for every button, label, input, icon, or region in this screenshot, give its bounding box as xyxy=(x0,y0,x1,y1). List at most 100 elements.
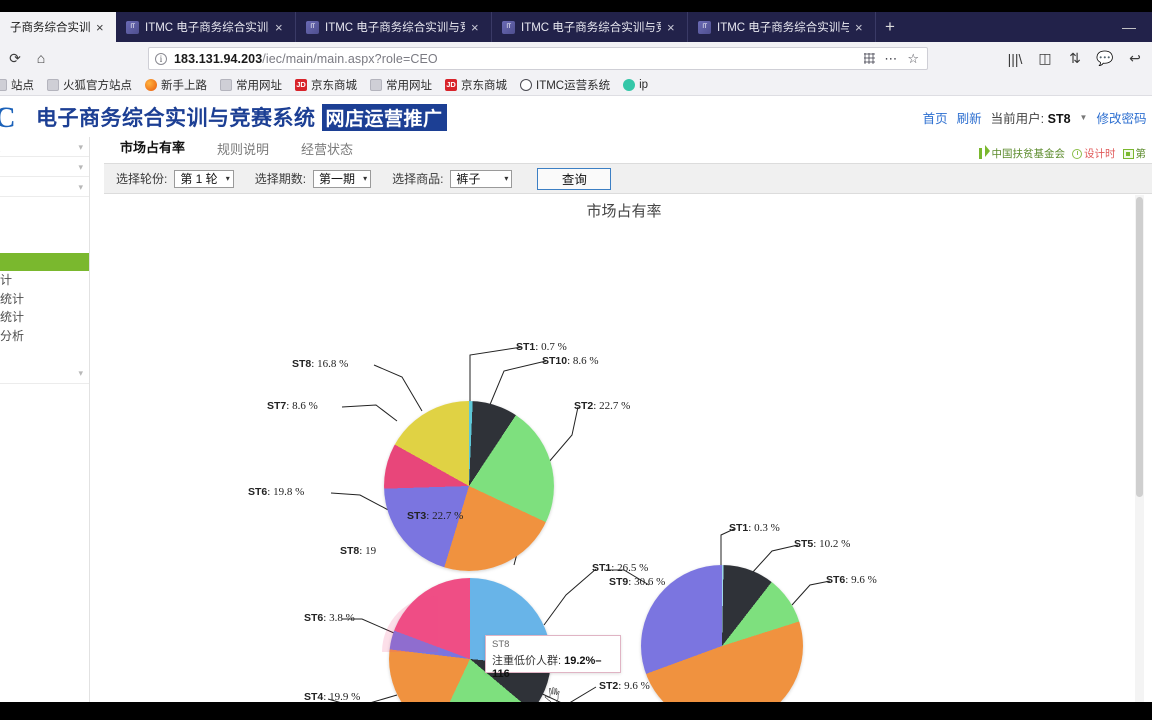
minimize-window-button[interactable]: — xyxy=(1115,12,1143,42)
bookmark-item[interactable]: 新手上路 xyxy=(140,76,212,94)
app-title-text: 电子商务综合实训与竞赛系统 xyxy=(36,107,316,130)
round-value: 第 1 轮 xyxy=(180,170,217,187)
close-icon[interactable]: × xyxy=(667,21,679,34)
chevron-down-icon: ▾ xyxy=(78,177,83,197)
watermark-line-1: 工具 xyxy=(0,685,52,702)
pie-1-label-st7-text: ST7: 8.6 % xyxy=(267,400,318,412)
close-icon[interactable]: × xyxy=(96,21,108,34)
reload-icon[interactable]: ⟳ xyxy=(2,45,28,71)
sidebar-item-chart[interactable]: 图 xyxy=(0,197,89,216)
page-tabs: 市场占有率 规则说明 经营状态 中国扶贫基金会 设计时 第 xyxy=(104,137,1152,164)
sidebar-item-table[interactable]: 表 xyxy=(0,216,89,235)
pie-1-leader-lines xyxy=(104,195,1144,702)
back-arrow-icon[interactable]: ↩ xyxy=(1122,46,1148,72)
pie-2-hover-highlight xyxy=(382,596,438,652)
pie-1-label-st2: ST2: 22.7 % xyxy=(574,400,630,412)
browser-tab-5[interactable]: IT ITMC 电子商务综合实训与竞赛 × xyxy=(688,12,876,42)
bookmark-label: 常用网址 xyxy=(386,77,432,93)
bookmark-item[interactable]: ITMC运营系统 xyxy=(515,76,615,94)
library-icon[interactable]: |||\ xyxy=(1002,46,1028,72)
bookmark-item[interactable]: JD 京东商城 xyxy=(290,76,362,94)
chevron-down-icon: ▾ xyxy=(78,157,83,177)
new-tab-button[interactable]: + xyxy=(876,12,904,42)
scrollbar-thumb[interactable] xyxy=(1136,197,1143,497)
chat-bubble-icon[interactable]: 💬 xyxy=(1092,46,1118,72)
period-label: 选择期数: xyxy=(255,170,306,187)
tab-rules[interactable]: 规则说明 xyxy=(201,135,285,163)
browser-window: 子商务综合实训与竞赛 × IT ITMC 电子商务综合实训与竞赛 × IT IT… xyxy=(0,0,1152,720)
firefox-icon xyxy=(145,79,157,91)
chart-tooltip: ST8 注重低价人群: 19.2%–116 xyxy=(485,635,621,673)
pie-2-label-st1: ST1: 26.5 % xyxy=(592,562,648,574)
address-bar[interactable]: i 183.131.94.203/iec/main/main.aspx?role… xyxy=(148,47,928,70)
pie-1-slices[interactable] xyxy=(384,401,554,571)
sidebar-item-stats-2[interactable]: 单统计 xyxy=(0,290,89,309)
bookmark-item[interactable]: 站点 xyxy=(0,76,39,94)
sidebar-group-1[interactable]: 程 ▾ xyxy=(0,137,89,157)
content-scrollbar[interactable] xyxy=(1135,195,1144,702)
product-select[interactable]: 裤子 ▾ xyxy=(450,170,512,188)
sidebar-item-keyword-analysis[interactable]: 词分析 xyxy=(0,327,89,346)
url-path: /iec/main/main.aspx?role=CEO xyxy=(262,52,437,66)
sidebar-item-stats-3[interactable]: 单统计 xyxy=(0,308,89,327)
notice-timer[interactable]: 设计时 xyxy=(1072,146,1116,161)
sidebar-group-info[interactable]: 息 ▾ xyxy=(0,364,89,384)
sidebar: 程 ▾ 具 ▾ 析 ▾ 图 表 率 统计 单统计 单统计 词分析 息 ▾ 工具 … xyxy=(0,137,90,702)
bookmark-label: ip xyxy=(639,79,648,91)
browser-tab-1[interactable]: 子商务综合实训与竞赛 × xyxy=(0,12,116,42)
close-icon[interactable]: × xyxy=(855,21,867,34)
browser-tab-2[interactable]: IT ITMC 电子商务综合实训与竞赛 × xyxy=(116,12,296,42)
pie-2-leader-lines xyxy=(104,195,1144,702)
sidebar-item-stats-1[interactable]: 统计 xyxy=(0,271,89,290)
ip-icon xyxy=(623,79,635,91)
sidebar-group-3[interactable]: 析 ▾ xyxy=(0,177,89,197)
notice-charity[interactable]: 中国扶贫基金会 xyxy=(979,146,1066,161)
sidebar-item-market-share[interactable]: 率 xyxy=(0,253,89,272)
bookmark-item[interactable]: 火狐官方站点 xyxy=(42,76,137,94)
page-actions-icon[interactable]: ⋯ xyxy=(884,51,898,67)
url-text: 183.131.94.203/iec/main/main.aspx?role=C… xyxy=(174,52,857,66)
pie-1-label-st10: ST10: 8.6 % xyxy=(542,355,599,367)
chevron-down-icon[interactable]: ▼ xyxy=(1080,113,1088,122)
tab-business-status[interactable]: 经营状态 xyxy=(285,135,369,163)
sidebar-toggle-icon[interactable]: ◫ xyxy=(1032,46,1058,72)
qr-code-icon[interactable] xyxy=(864,53,875,64)
tab-market-share[interactable]: 市场占有率 xyxy=(104,133,201,163)
pie-3-slices[interactable] xyxy=(641,565,803,702)
pie-3-label-st5: ST5: 10.2 % xyxy=(794,538,850,550)
site-info-icon[interactable]: i xyxy=(155,53,167,65)
bookmark-item[interactable]: JD 京东商城 xyxy=(440,76,512,94)
sidebar-group-label: 程 xyxy=(0,137,1,157)
refresh-link[interactable]: 刷新 xyxy=(957,108,982,127)
sidebar-group-label: 具 xyxy=(0,157,1,177)
pie-3-label-st1-text: ST1: 0.3 % xyxy=(729,522,780,534)
notice-period[interactable]: 第 xyxy=(1123,146,1147,161)
sidebar-group-2[interactable]: 具 ▾ xyxy=(0,157,89,177)
site-favicon-icon: IT xyxy=(126,21,139,34)
home-icon[interactable]: ⌂ xyxy=(28,45,54,71)
bookmark-item[interactable]: ip xyxy=(618,78,653,92)
bookmark-star-icon[interactable]: ☆ xyxy=(907,51,919,67)
round-select[interactable]: 第 1 轮 ▾ xyxy=(174,170,233,188)
query-button[interactable]: 查询 xyxy=(537,168,611,190)
bookmark-item[interactable]: 常用网址 xyxy=(215,76,287,94)
period-select[interactable]: 第一期 ▾ xyxy=(313,170,371,188)
current-user-label: 当前用户: xyxy=(991,112,1044,126)
pie-chart-3[interactable] xyxy=(641,565,803,702)
site-favicon-icon: IT xyxy=(698,21,711,34)
bookmark-label: 常用网址 xyxy=(236,77,282,93)
bookmark-item[interactable]: 常用网址 xyxy=(365,76,437,94)
browser-tab-3[interactable]: IT ITMC 电子商务综合实训与竞赛 × xyxy=(296,12,492,42)
screenshot-icon[interactable]: ⇅ xyxy=(1062,46,1088,72)
pie-2-label-st6-text: ST6: 3.8 % xyxy=(304,612,355,624)
browser-tab-4[interactable]: IT ITMC 电子商务综合实训与竞赛 × xyxy=(492,12,688,42)
close-icon[interactable]: × xyxy=(471,21,483,34)
product-value: 裤子 xyxy=(456,170,480,187)
home-link[interactable]: 首页 xyxy=(923,108,948,127)
pie-chart-1[interactable] xyxy=(384,401,554,571)
sidebar-item-blank[interactable] xyxy=(0,234,89,253)
close-icon[interactable]: × xyxy=(275,21,287,34)
pie-2-label-st8: ST8: 19 xyxy=(340,545,376,557)
folder-icon xyxy=(47,79,59,91)
change-password-link[interactable]: 修改密码 xyxy=(1096,108,1146,127)
